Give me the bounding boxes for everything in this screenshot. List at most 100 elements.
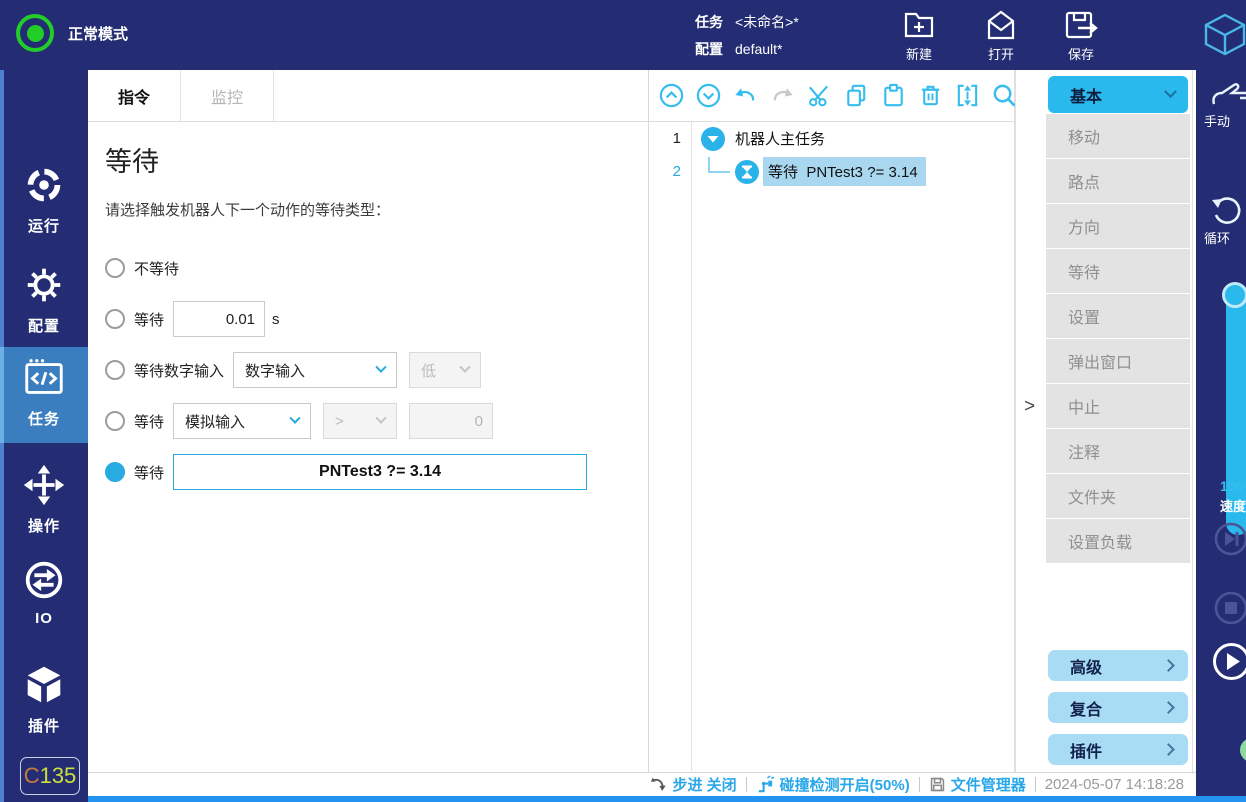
sidebar-item-io[interactable]: IO bbox=[0, 549, 88, 635]
analog-operator-select[interactable]: > bbox=[323, 403, 397, 439]
expand-triangle-icon[interactable] bbox=[700, 126, 726, 152]
wait-time-input[interactable] bbox=[173, 301, 265, 337]
step-mode-toggle[interactable]: 步进 关闭 bbox=[650, 774, 737, 795]
instruction-group-compound[interactable]: 复合 bbox=[1048, 692, 1188, 723]
analog-wait-label: 等待 bbox=[134, 411, 164, 432]
digital-level-selected-value: 低 bbox=[421, 360, 436, 381]
robot-id-badge[interactable]: C135 bbox=[20, 757, 80, 795]
brand-logo[interactable] bbox=[1202, 11, 1246, 62]
expression-input[interactable] bbox=[173, 454, 587, 490]
instruction-item-waypoint[interactable]: 路点 bbox=[1046, 159, 1190, 203]
top-bar: 正常模式 任务 <未命名>* 配置 default* 新建 bbox=[0, 0, 1246, 70]
program-tree: 1 机器人主任务 2 等待 PNTest3 ?= 3.14 bbox=[649, 122, 1014, 771]
paste-icon[interactable] bbox=[880, 82, 907, 109]
io-icon bbox=[21, 557, 67, 603]
instruction-item-direction[interactable]: 方向 bbox=[1046, 204, 1190, 248]
search-icon[interactable] bbox=[991, 82, 1018, 109]
timed-wait-label: 等待 bbox=[134, 309, 164, 330]
panel-divider bbox=[1192, 70, 1193, 796]
enable-indicator-icon bbox=[1240, 738, 1246, 762]
tab-monitor[interactable]: 监控 bbox=[181, 70, 274, 121]
digital-input-select[interactable]: 数字输入 bbox=[233, 352, 397, 388]
timed-wait-radio[interactable] bbox=[105, 309, 125, 329]
option-expression-wait: 等待 bbox=[105, 454, 648, 490]
play-button[interactable] bbox=[1211, 641, 1246, 682]
analog-wait-radio[interactable] bbox=[105, 411, 125, 431]
expression-wait-radio[interactable] bbox=[105, 462, 125, 482]
instruction-item-move[interactable]: 移动 bbox=[1046, 114, 1190, 158]
stop-button[interactable] bbox=[1212, 589, 1246, 627]
open-task-label: 打开 bbox=[988, 44, 1014, 63]
gear-icon bbox=[21, 262, 67, 308]
cube-logo-icon bbox=[1202, 11, 1246, 57]
loop-icon[interactable] bbox=[1210, 196, 1244, 231]
instruction-item-wait[interactable]: 等待 bbox=[1046, 249, 1190, 293]
move-down-icon[interactable] bbox=[695, 82, 722, 109]
instruction-item-abort[interactable]: 中止 bbox=[1046, 384, 1190, 428]
jog-control-strip: 手动 循环 100% 速度 bbox=[1196, 70, 1246, 796]
file-manager-icon bbox=[929, 776, 946, 793]
status-bar: 步进 关闭 碰撞检测开启(50%) 文件管理器 2024-05-07 14:18… bbox=[88, 772, 1246, 796]
undo-icon[interactable] bbox=[732, 82, 759, 109]
save-task-button[interactable]: 保存 bbox=[1050, 9, 1112, 63]
delete-icon[interactable] bbox=[917, 82, 944, 109]
sidebar-item-label: 配置 bbox=[28, 315, 60, 336]
instruction-group-basic[interactable]: 基本 bbox=[1048, 76, 1188, 113]
cut-icon[interactable] bbox=[806, 82, 833, 109]
file-manager-label: 文件管理器 bbox=[951, 774, 1026, 795]
task-value: <未命名>* bbox=[735, 12, 799, 32]
mode-indicator: 正常模式 bbox=[16, 14, 128, 52]
file-manager-button[interactable]: 文件管理器 bbox=[929, 774, 1026, 795]
sidebar-item-operate[interactable]: 操作 bbox=[0, 454, 88, 544]
program-tree-panel: 1 机器人主任务 2 等待 PNTest3 ?= 3.14 bbox=[649, 70, 1015, 772]
no-wait-radio[interactable] bbox=[105, 258, 125, 278]
copy-icon[interactable] bbox=[843, 82, 870, 109]
run-icon bbox=[21, 162, 67, 208]
bottom-accent-line bbox=[88, 796, 1246, 802]
manual-hand-icon[interactable] bbox=[1210, 80, 1246, 113]
sidebar-item-task[interactable]: 任务 bbox=[0, 347, 88, 443]
instruction-group-buttons: 高级 复合 插件 bbox=[1046, 650, 1190, 765]
tree-node-label: 等待 PNTest3 ?= 3.14 bbox=[763, 157, 926, 186]
redo-icon[interactable] bbox=[769, 82, 796, 109]
status-separator bbox=[1035, 777, 1036, 792]
cube-icon bbox=[21, 662, 67, 708]
instruction-item-comment[interactable]: 注释 bbox=[1046, 429, 1190, 473]
status-separator bbox=[919, 777, 920, 792]
sidebar-item-config[interactable]: 配置 bbox=[0, 254, 88, 344]
instruction-item-set-payload[interactable]: 设置负载 bbox=[1046, 519, 1190, 563]
analog-operator-selected-value: > bbox=[335, 413, 344, 430]
instruction-item-folder[interactable]: 文件夹 bbox=[1046, 474, 1190, 518]
new-task-button[interactable]: 新建 bbox=[888, 9, 950, 63]
tree-row-wait[interactable]: 2 等待 PNTest3 ?= 3.14 bbox=[649, 155, 1014, 188]
group-label: 复合 bbox=[1070, 696, 1102, 720]
analog-threshold-input[interactable] bbox=[409, 403, 493, 439]
tree-toolbar bbox=[649, 70, 1014, 122]
instruction-item-popup[interactable]: 弹出窗口 bbox=[1046, 339, 1190, 383]
instruction-panel: 基本 移动 路点 方向 等待 设置 弹出窗口 中止 注释 文件夹 设置负载 高级… bbox=[1046, 70, 1190, 772]
collision-detection-toggle[interactable]: 碰撞检测开启(50%) bbox=[756, 774, 910, 795]
step-forward-button[interactable] bbox=[1212, 520, 1246, 558]
tab-command[interactable]: 指令 bbox=[88, 70, 181, 121]
chevron-down-icon bbox=[459, 362, 470, 373]
panel-expand-handle[interactable]: > bbox=[1024, 396, 1035, 418]
speed-slider-handle[interactable] bbox=[1222, 282, 1246, 308]
wait-type-description: 请选择触发机器人下一个动作的等待类型： bbox=[105, 199, 648, 220]
tab-bar: 指令 监控 bbox=[88, 70, 648, 122]
instruction-item-set[interactable]: 设置 bbox=[1046, 294, 1190, 338]
analog-input-select[interactable]: 模拟输入 bbox=[173, 403, 311, 439]
sidebar-item-run[interactable]: 运行 bbox=[0, 154, 88, 244]
open-task-button[interactable]: 打开 bbox=[970, 9, 1032, 63]
digital-level-select[interactable]: 低 bbox=[409, 352, 481, 388]
tree-row-root[interactable]: 1 机器人主任务 bbox=[649, 122, 1014, 155]
new-folder-icon bbox=[902, 9, 936, 41]
insert-icon[interactable] bbox=[954, 82, 981, 109]
speed-value: 100% bbox=[1220, 478, 1246, 494]
page-title: 等待 bbox=[105, 140, 648, 179]
chevron-right-icon bbox=[1162, 701, 1175, 714]
instruction-group-plugin[interactable]: 插件 bbox=[1048, 734, 1188, 765]
instruction-group-advanced[interactable]: 高级 bbox=[1048, 650, 1188, 681]
move-up-icon[interactable] bbox=[658, 82, 685, 109]
sidebar-item-plugin[interactable]: 插件 bbox=[0, 654, 88, 744]
digital-wait-radio[interactable] bbox=[105, 360, 125, 380]
